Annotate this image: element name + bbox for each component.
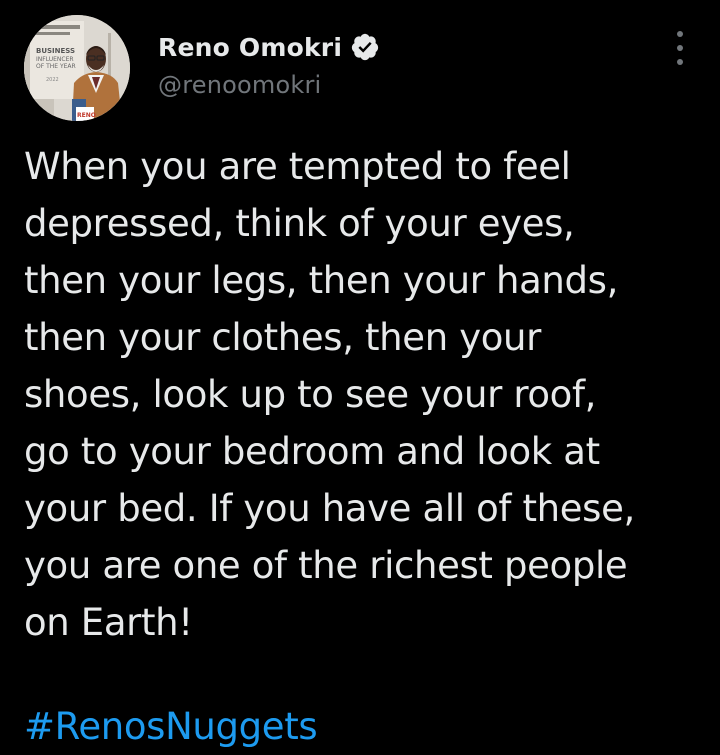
author-display-name[interactable]: Reno Omokri bbox=[158, 33, 342, 62]
author-identity: Reno Omokri @renoomokri bbox=[158, 29, 380, 99]
more-options-icon[interactable] bbox=[668, 31, 692, 65]
name-row: Reno Omokri bbox=[158, 29, 380, 65]
avatar-sign-line-1: BUSINESS bbox=[36, 47, 75, 55]
tweet-header: BUSINESS INFLUENCER OF THE YEAR 2022 REN… bbox=[24, 15, 696, 121]
avatar-sign-line-4: 2022 bbox=[46, 77, 59, 83]
avatar-sign-line-3: OF THE YEAR bbox=[36, 63, 76, 70]
tweet-text: When you are tempted to feel depressed, … bbox=[24, 145, 635, 644]
verified-badge-icon bbox=[350, 32, 380, 62]
more-dot bbox=[677, 45, 683, 51]
author-avatar[interactable]: BUSINESS INFLUENCER OF THE YEAR 2022 REN… bbox=[24, 15, 130, 121]
avatar-logo-text: RENO bbox=[77, 112, 96, 119]
avatar-sign-line-2: INFLUENCER bbox=[36, 56, 74, 63]
more-dot bbox=[677, 59, 683, 65]
hashtag-link[interactable]: #RenosNuggets bbox=[24, 698, 318, 755]
author-handle[interactable]: @renoomokri bbox=[158, 71, 380, 99]
more-dot bbox=[677, 31, 683, 37]
avatar-photo: BUSINESS INFLUENCER OF THE YEAR 2022 REN… bbox=[24, 15, 130, 121]
